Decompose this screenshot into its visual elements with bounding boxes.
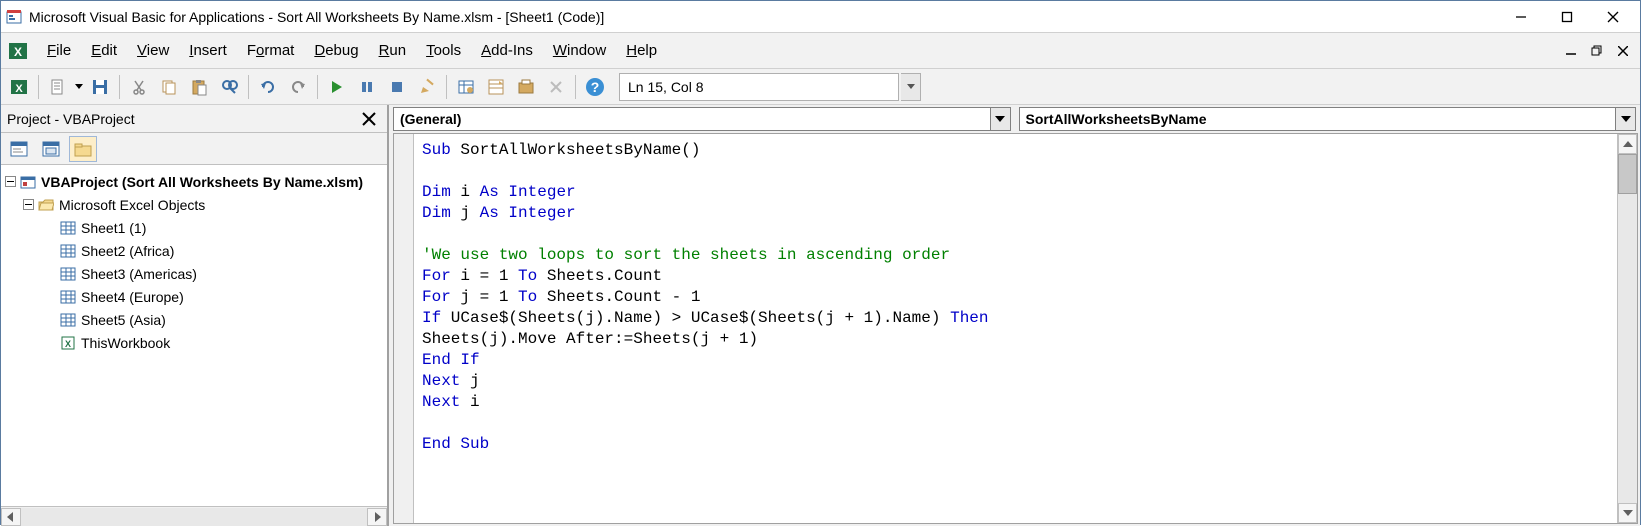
toolbar: X ? Ln 15, Col 8 — [1, 69, 1640, 105]
folder-open-icon — [37, 196, 55, 214]
close-button[interactable] — [1590, 2, 1636, 32]
svg-text:?: ? — [591, 79, 600, 95]
tree-item-label: Sheet3 (Americas) — [81, 266, 197, 282]
tree-item-thisworkbook[interactable]: X ThisWorkbook — [1, 331, 387, 354]
project-pane-title-bar: Project - VBAProject — [1, 105, 387, 133]
menu-insert[interactable]: Insert — [179, 36, 237, 65]
toolbox-button[interactable] — [542, 73, 570, 101]
mdi-restore-button[interactable] — [1586, 40, 1608, 62]
menu-help[interactable]: Help — [616, 36, 667, 65]
maximize-button[interactable] — [1544, 2, 1590, 32]
code-area: (General) SortAllWorksheetsByName Sub So… — [389, 105, 1640, 526]
project-explorer-button[interactable] — [452, 73, 480, 101]
menu-file[interactable]: File — [37, 36, 81, 65]
cursor-position-box: Ln 15, Col 8 — [619, 73, 899, 101]
tree-folder[interactable]: Microsoft Excel Objects — [1, 193, 387, 216]
properties-button[interactable] — [482, 73, 510, 101]
menu-tools[interactable]: Tools — [416, 36, 471, 65]
project-pane-close-button[interactable] — [357, 107, 381, 131]
object-combo[interactable]: (General) — [393, 107, 1011, 131]
code-vscrollbar[interactable] — [1617, 134, 1637, 523]
view-excel-button[interactable]: X — [5, 73, 33, 101]
menu-addins[interactable]: Add-Ins — [471, 36, 543, 65]
project-explorer-pane: Project - VBAProject VBAProject (Sort Al… — [1, 105, 389, 526]
workbook-icon: X — [59, 334, 77, 352]
menu-view[interactable]: View — [127, 36, 179, 65]
minimize-button[interactable] — [1498, 2, 1544, 32]
redo-button[interactable] — [284, 73, 312, 101]
scroll-up-button[interactable] — [1618, 134, 1637, 154]
project-pane-hscrollbar[interactable] — [1, 506, 387, 526]
worksheet-icon — [59, 265, 77, 283]
menu-debug[interactable]: Debug — [304, 36, 368, 65]
reset-button[interactable] — [383, 73, 411, 101]
menu-bar: X File Edit View Insert Format Debug Run… — [1, 33, 1640, 69]
save-button[interactable] — [86, 73, 114, 101]
mdi-minimize-button[interactable] — [1560, 40, 1582, 62]
tree-item-sheet3[interactable]: Sheet3 (Americas) — [1, 262, 387, 285]
svg-text:X: X — [14, 45, 22, 59]
scroll-thumb[interactable] — [1618, 154, 1637, 194]
design-mode-button[interactable] — [413, 73, 441, 101]
toggle-folders-button[interactable] — [69, 136, 97, 162]
window-title: Microsoft Visual Basic for Applications … — [29, 9, 1498, 25]
view-object-button[interactable] — [37, 136, 65, 162]
tree-item-label: Sheet5 (Asia) — [81, 312, 166, 328]
cursor-box-dropdown[interactable] — [901, 73, 921, 101]
project-tree[interactable]: VBAProject (Sort All Worksheets By Name.… — [1, 165, 387, 506]
view-code-button[interactable] — [5, 136, 33, 162]
worksheet-icon — [59, 219, 77, 237]
worksheet-icon — [59, 311, 77, 329]
code-margin[interactable] — [394, 134, 414, 523]
copy-button[interactable] — [155, 73, 183, 101]
mdi-close-button[interactable] — [1612, 40, 1634, 62]
break-button[interactable] — [353, 73, 381, 101]
cursor-position-text: Ln 15, Col 8 — [628, 79, 704, 95]
scroll-track[interactable] — [21, 508, 367, 526]
tree-item-label: Sheet4 (Europe) — [81, 289, 184, 305]
cut-button[interactable] — [125, 73, 153, 101]
svg-text:X: X — [15, 83, 23, 95]
tree-root-label: VBAProject (Sort All Worksheets By Name.… — [41, 174, 363, 190]
tree-item-sheet1[interactable]: Sheet1 (1) — [1, 216, 387, 239]
worksheet-icon — [59, 242, 77, 260]
title-bar: Microsoft Visual Basic for Applications … — [1, 1, 1640, 33]
project-pane-toolbar — [1, 133, 387, 165]
menu-run[interactable]: Run — [369, 36, 417, 65]
tree-item-sheet4[interactable]: Sheet4 (Europe) — [1, 285, 387, 308]
tree-item-label: Sheet2 (Africa) — [81, 243, 174, 259]
run-button[interactable] — [323, 73, 351, 101]
procedure-combo[interactable]: SortAllWorksheetsByName — [1019, 107, 1637, 131]
tree-item-sheet2[interactable]: Sheet2 (Africa) — [1, 239, 387, 262]
paste-button[interactable] — [185, 73, 213, 101]
tree-item-sheet5[interactable]: Sheet5 (Asia) — [1, 308, 387, 331]
object-combo-value: (General) — [400, 111, 461, 127]
tree-folder-label: Microsoft Excel Objects — [59, 197, 205, 213]
insert-dropdown[interactable] — [74, 84, 84, 90]
menu-edit[interactable]: Edit — [81, 36, 127, 65]
scroll-down-button[interactable] — [1618, 503, 1637, 523]
project-pane-title: Project - VBAProject — [7, 111, 357, 127]
scroll-right-button[interactable] — [367, 508, 387, 526]
svg-text:X: X — [65, 339, 71, 349]
code-editor[interactable]: Sub SortAllWorksheetsByName() Dim i As I… — [414, 134, 1617, 523]
undo-button[interactable] — [254, 73, 282, 101]
tree-root[interactable]: VBAProject (Sort All Worksheets By Name.… — [1, 170, 387, 193]
excel-icon: X — [7, 40, 29, 62]
object-browser-button[interactable] — [512, 73, 540, 101]
procedure-combo-value: SortAllWorksheetsByName — [1026, 111, 1207, 127]
chevron-down-icon[interactable] — [990, 108, 1010, 130]
project-icon — [19, 173, 37, 191]
menu-window[interactable]: Window — [543, 36, 616, 65]
scroll-left-button[interactable] — [1, 508, 21, 526]
menu-format[interactable]: Format — [237, 36, 305, 65]
insert-module-button[interactable] — [44, 73, 72, 101]
find-button[interactable] — [215, 73, 243, 101]
worksheet-icon — [59, 288, 77, 306]
tree-item-label: Sheet1 (1) — [81, 220, 146, 236]
help-button[interactable]: ? — [581, 73, 609, 101]
tree-item-label: ThisWorkbook — [81, 335, 170, 351]
chevron-down-icon[interactable] — [1615, 108, 1635, 130]
app-icon — [5, 8, 23, 26]
